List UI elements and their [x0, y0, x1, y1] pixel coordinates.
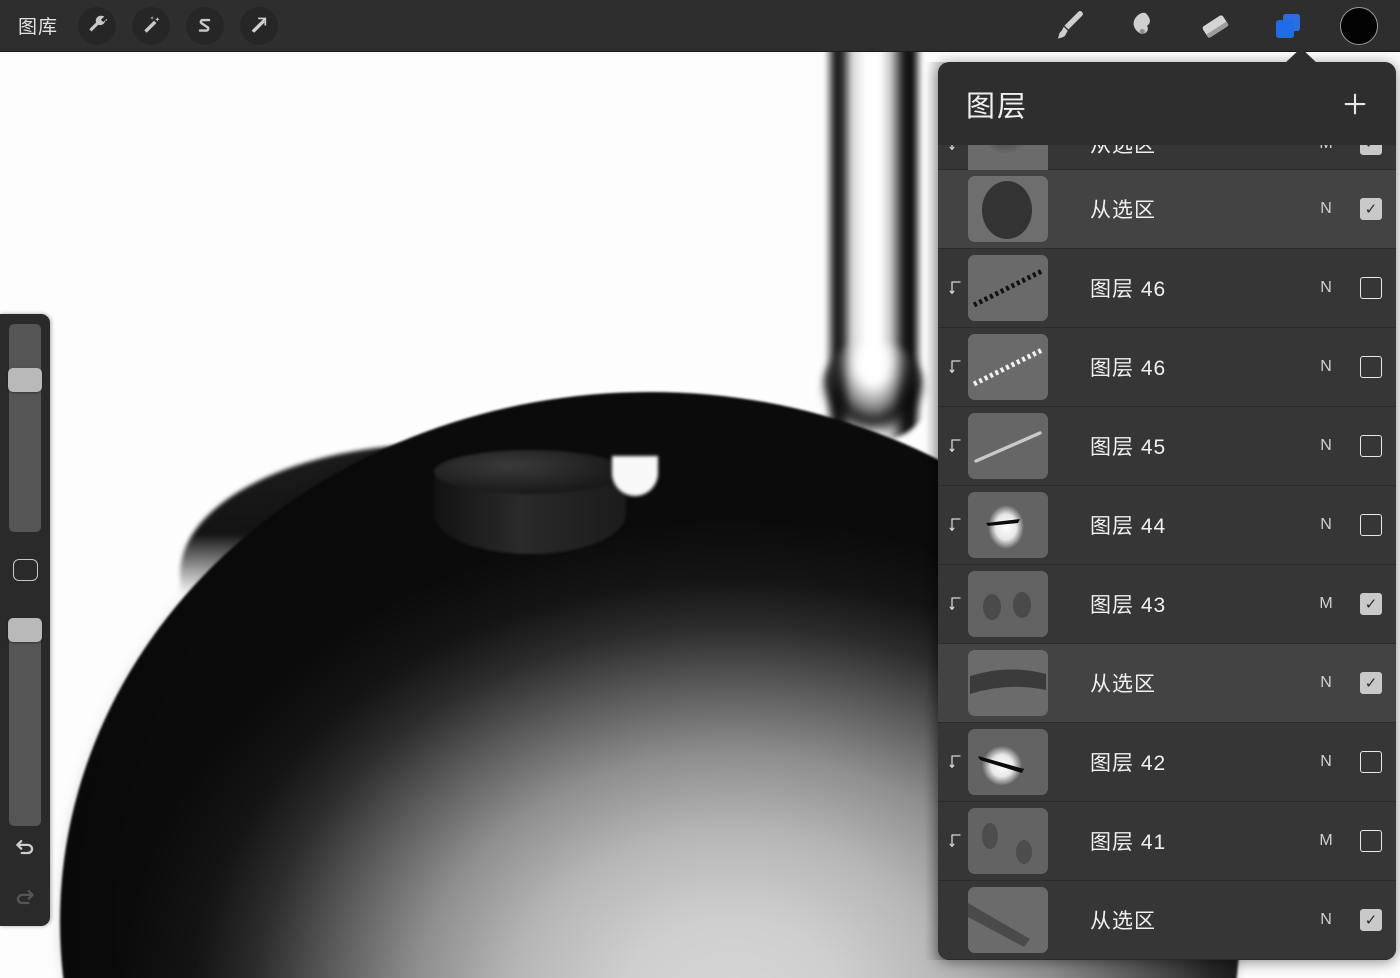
- opacity-slider-handle[interactable]: [8, 618, 42, 642]
- knob-top-face: [434, 450, 626, 494]
- layer-blend-mode[interactable]: N: [1306, 279, 1346, 297]
- brush-size-slider-handle[interactable]: [8, 368, 42, 392]
- layer-thumbnail[interactable]: [968, 255, 1048, 321]
- layer-thumbnail[interactable]: [968, 808, 1048, 874]
- gallery-button[interactable]: 图库: [18, 12, 58, 39]
- layer-name[interactable]: 图层 42: [1048, 747, 1306, 777]
- layer-visibility-checkbox[interactable]: ✓: [1346, 751, 1396, 773]
- clipping-mask-icon: [946, 596, 966, 612]
- layer-name[interactable]: 图层 45: [1048, 431, 1306, 461]
- layer-name[interactable]: 图层 44: [1048, 510, 1306, 540]
- layer-visibility-checkbox[interactable]: ✓: [1346, 593, 1396, 615]
- eraser-icon[interactable]: [1194, 6, 1236, 46]
- layer-blend-mode[interactable]: N: [1306, 911, 1346, 929]
- clipping-mask-icon: [946, 438, 966, 454]
- transform-arrow-icon[interactable]: [240, 6, 279, 45]
- clipping-mask-icon: [946, 754, 966, 770]
- layer-name[interactable]: 图层 46: [1048, 273, 1306, 303]
- layer-row[interactable]: 图层 44N✓: [938, 486, 1396, 565]
- brush-icon[interactable]: [1050, 6, 1092, 46]
- layer-row[interactable]: 图层 45N✓: [938, 407, 1396, 486]
- layer-row[interactable]: 图层 43 M ✓: [938, 565, 1396, 644]
- magic-wand-icon[interactable]: [132, 6, 171, 45]
- procreate-app-window: 图库 图层 从选区 从选区 N ✓ 图层 46 N 图层 46 N 图层 45 …: [0, 0, 1400, 978]
- layer-thumbnail[interactable]: [968, 334, 1048, 400]
- layer-thumbnail[interactable]: [968, 571, 1048, 637]
- layer-visibility-checkbox[interactable]: ✓: [1346, 435, 1396, 457]
- opacity-slider[interactable]: [8, 618, 42, 826]
- layer-thumbnail[interactable]: [968, 413, 1048, 479]
- redo-button[interactable]: [11, 882, 39, 910]
- toolbar-left-group: 图库: [0, 6, 279, 45]
- clipping-mask-icon: [946, 145, 966, 152]
- layer-visibility-checkbox[interactable]: ✓: [1346, 277, 1396, 299]
- layer-thumbnail[interactable]: [968, 729, 1048, 795]
- artwork-knob: [430, 450, 630, 560]
- layer-row[interactable]: 图层 46N✓: [938, 328, 1396, 407]
- layer-list[interactable]: 从选区M✓ 从选区N✓ 图层 46N✓ 图层 46N✓ 图层 45N✓ 图层 4…: [938, 145, 1396, 960]
- layer-name[interactable]: 从选区: [1048, 194, 1306, 224]
- layer-visibility-checkbox[interactable]: ✓: [1346, 145, 1396, 155]
- layer-thumbnail[interactable]: [968, 492, 1048, 558]
- layer-blend-mode[interactable]: N: [1306, 516, 1346, 534]
- modify-button[interactable]: [13, 559, 38, 581]
- layer-blend-mode[interactable]: N: [1306, 753, 1346, 771]
- layer-row[interactable]: 从选区M✓: [938, 145, 1396, 177]
- brush-size-slider[interactable]: [8, 324, 42, 532]
- layer-blend-mode[interactable]: M: [1306, 595, 1346, 613]
- layer-thumbnail[interactable]: [968, 650, 1048, 716]
- toolbar-right-group: [1050, 6, 1400, 46]
- layers-icon[interactable]: [1266, 6, 1310, 46]
- layer-thumbnail[interactable]: [968, 176, 1048, 242]
- layer-name[interactable]: 从选区: [1048, 905, 1306, 935]
- color-swatch[interactable]: [1340, 6, 1378, 45]
- layer-visibility-checkbox[interactable]: ✓: [1346, 830, 1396, 852]
- layer-blend-mode[interactable]: N: [1306, 437, 1346, 455]
- layers-panel-title: 图层: [966, 90, 1029, 123]
- layer-visibility-checkbox[interactable]: ✓: [1346, 672, 1396, 694]
- layer-visibility-checkbox[interactable]: ✓: [1346, 356, 1396, 378]
- undo-button[interactable]: [11, 832, 39, 860]
- clipping-mask-icon: [946, 517, 966, 533]
- layer-name[interactable]: 从选区: [1048, 668, 1306, 698]
- layer-blend-mode[interactable]: M: [1306, 832, 1346, 850]
- clipping-mask-icon: [946, 280, 966, 296]
- layer-name[interactable]: 图层 41: [1048, 826, 1306, 856]
- layer-row[interactable]: 图层 41M✓: [938, 802, 1396, 881]
- clipping-mask-icon: [946, 359, 966, 375]
- layer-row[interactable]: 从选区 N ✓: [938, 644, 1396, 723]
- artwork-rod: [818, 52, 928, 442]
- add-layer-button[interactable]: [1338, 87, 1372, 121]
- layer-thumbnail[interactable]: [968, 887, 1048, 953]
- layer-name[interactable]: 图层 46: [1048, 352, 1306, 382]
- layer-visibility-checkbox[interactable]: ✓: [1346, 909, 1396, 931]
- layer-blend-mode[interactable]: N: [1306, 200, 1346, 218]
- layers-panel: 图层 从选区M✓ 从选区N✓ 图层 46N✓ 图层 46N✓ 图层 45N✓: [938, 62, 1396, 960]
- selection-s-icon[interactable]: [186, 6, 225, 45]
- wrench-icon[interactable]: [78, 6, 117, 45]
- layer-name[interactable]: 从选区: [1048, 145, 1306, 159]
- top-toolbar: 图库: [0, 0, 1400, 52]
- clipping-mask-icon: [946, 833, 966, 849]
- layer-blend-mode[interactable]: M: [1306, 145, 1346, 153]
- layer-name[interactable]: 图层 43: [1048, 589, 1306, 619]
- layer-row[interactable]: 图层 46N✓: [938, 249, 1396, 328]
- layer-blend-mode[interactable]: N: [1306, 358, 1346, 376]
- layer-row[interactable]: 从选区 N ✓: [938, 170, 1396, 249]
- layer-blend-mode[interactable]: N: [1306, 674, 1346, 692]
- panel-pointer-triangle: [1284, 48, 1318, 64]
- left-sidebar: [0, 314, 50, 926]
- layer-row[interactable]: 图层 42N✓: [938, 723, 1396, 802]
- smudge-icon[interactable]: [1122, 6, 1164, 46]
- layers-panel-header: 图层: [938, 62, 1396, 145]
- layer-visibility-checkbox[interactable]: ✓: [1346, 198, 1396, 220]
- layer-visibility-checkbox[interactable]: ✓: [1346, 514, 1396, 536]
- layer-row[interactable]: 从选区 N ✓: [938, 881, 1396, 960]
